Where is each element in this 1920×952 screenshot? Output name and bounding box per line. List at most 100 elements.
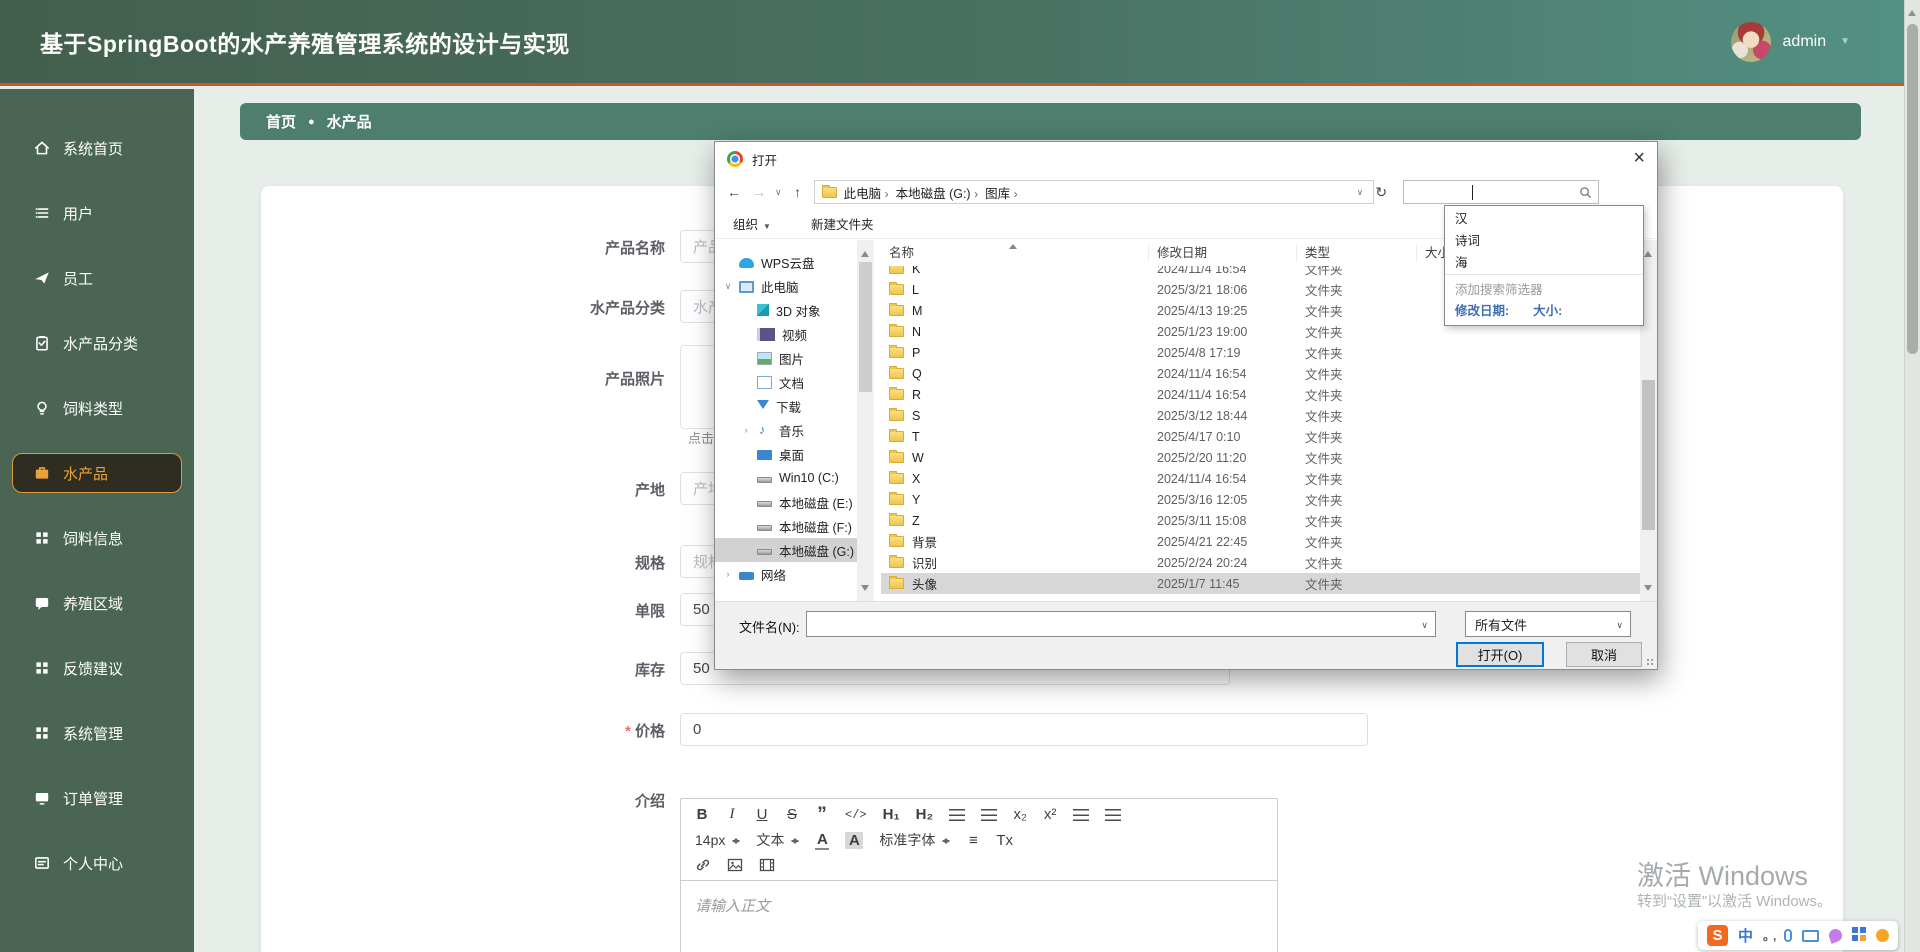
cancel-button[interactable]: 取消	[1566, 642, 1642, 667]
sidebar-item-users[interactable]: 用户	[12, 193, 182, 233]
address-segment[interactable]: 此电脑 ›	[844, 183, 889, 202]
video-icon[interactable]	[759, 857, 775, 873]
editor-italic-icon[interactable]: I	[725, 806, 739, 823]
chevron-down-icon[interactable]: ▼	[1840, 36, 1850, 47]
dialog-nav-item[interactable]: 本地磁盘 (F:)	[715, 514, 857, 538]
address-segment[interactable]: 图库 ›	[985, 183, 1018, 202]
sidebar-item-profile[interactable]: 个人中心	[12, 843, 182, 883]
scroll-up-icon[interactable]	[1908, 6, 1916, 16]
search-history-item[interactable]: 汉	[1445, 206, 1643, 228]
font-family-select[interactable]: 标准字体	[879, 830, 950, 850]
dialog-titlebar[interactable]: 打开	[715, 142, 1657, 176]
dialog-nav-item[interactable]: ∨ 此电脑	[715, 274, 857, 298]
file-row[interactable]: W 2025/2/20 11:20 文件夹	[881, 447, 1640, 468]
format-select[interactable]: 文本	[756, 830, 799, 850]
search-filter-link[interactable]: 修改日期:	[1455, 300, 1509, 319]
combo-caret-icon[interactable]: ∨	[1421, 620, 1428, 631]
punctuation-icon[interactable]: 。,	[1763, 927, 1774, 944]
history-caret-icon[interactable]: ∨	[775, 187, 782, 198]
breadcrumb-home[interactable]: 首页	[266, 111, 296, 132]
editor-h2-icon[interactable]: H₂	[916, 806, 934, 823]
avatar[interactable]	[1731, 22, 1771, 62]
editor-h1-icon[interactable]: H₁	[883, 806, 900, 823]
file-row[interactable]: 头像 2025/1/7 11:45 文件夹	[881, 573, 1640, 594]
dialog-nav-item[interactable]: 下载	[715, 394, 857, 418]
font-size-select[interactable]: 14px	[695, 832, 740, 848]
keyboard-icon[interactable]	[1802, 930, 1819, 942]
filename-input[interactable]: ∨	[806, 611, 1436, 637]
sidebar-item-area[interactable]: 养殖区域	[12, 583, 182, 623]
link-icon[interactable]	[695, 857, 711, 873]
dialog-nav-item[interactable]: 桌面	[715, 442, 857, 466]
expand-chevron-icon[interactable]: ∨	[721, 281, 735, 292]
dialog-nav-item[interactable]: 本地磁盘 (G:)	[715, 538, 857, 562]
organize-menu[interactable]: 组织▼	[733, 214, 771, 233]
file-row[interactable]: R 2024/11/4 16:54 文件夹	[881, 384, 1640, 405]
file-row[interactable]: 识别 2025/2/24 20:24 文件夹	[881, 552, 1640, 573]
user-menu[interactable]: admin ▼	[1731, 22, 1850, 62]
editor-ordered-list-icon[interactable]	[949, 809, 965, 821]
skin-icon[interactable]	[1828, 927, 1845, 944]
file-row[interactable]: Q 2024/11/4 16:54 文件夹	[881, 363, 1640, 384]
sogou-logo-icon[interactable]: S	[1707, 925, 1728, 946]
file-row[interactable]: Z 2025/3/11 15:08 文件夹	[881, 510, 1640, 531]
sidebar-item-staff[interactable]: 员工	[12, 258, 182, 298]
editor-outdent-icon[interactable]	[1073, 809, 1089, 821]
nav-pane-scrollbar[interactable]	[857, 240, 874, 602]
dialog-nav-item[interactable]: 视频	[715, 322, 857, 346]
editor-code-icon[interactable]: </>	[845, 808, 867, 822]
editor-underline-icon[interactable]: U	[755, 806, 769, 823]
refresh-icon[interactable]: ↻	[1370, 184, 1392, 201]
file-row[interactable]: S 2025/3/12 18:44 文件夹	[881, 405, 1640, 426]
image-icon[interactable]	[727, 857, 743, 873]
clear-format-button[interactable]: Tx	[996, 832, 1013, 849]
resize-grip[interactable]	[1646, 658, 1654, 666]
file-row[interactable]: 背景 2025/4/21 22:45 文件夹	[881, 531, 1640, 552]
dialog-nav-item[interactable]: 图片	[715, 346, 857, 370]
editor-bullet-list-icon[interactable]	[981, 809, 997, 821]
file-row[interactable]: P 2025/4/8 17:19 文件夹	[881, 342, 1640, 363]
open-button[interactable]: 打开(O)	[1456, 642, 1544, 667]
address-caret-icon[interactable]: ∨	[1357, 187, 1364, 198]
forward-icon[interactable]: →	[750, 184, 768, 200]
sidebar-item-feed-type[interactable]: 饲料类型	[12, 388, 182, 428]
expand-chevron-icon[interactable]: ›	[721, 569, 735, 579]
sidebar-item-orders[interactable]: 订单管理	[12, 778, 182, 818]
dialog-nav-item[interactable]: 3D 对象	[715, 298, 857, 322]
price-input[interactable]: 0	[680, 713, 1368, 746]
file-row[interactable]: T 2025/4/17 0:10 文件夹	[881, 426, 1640, 447]
search-history-item[interactable]: 诗词	[1445, 228, 1643, 250]
expand-chevron-icon[interactable]: ›	[739, 425, 753, 435]
sidebar-item-home[interactable]: 系统首页	[12, 128, 182, 168]
address-bar[interactable]: 此电脑 ›本地磁盘 (G:) ›图库 ›	[814, 180, 1374, 204]
emoji-icon[interactable]	[1876, 929, 1889, 942]
dialog-nav-item[interactable]: › 音乐	[715, 418, 857, 442]
search-filter-link[interactable]: 大小:	[1533, 300, 1562, 319]
page-scrollbar[interactable]	[1904, 0, 1920, 952]
sidebar-item-system[interactable]: 系统管理	[12, 713, 182, 753]
chinese-mode-icon[interactable]: 中	[1738, 925, 1753, 946]
page-scrollbar-thumb[interactable]	[1907, 24, 1918, 354]
back-icon[interactable]: ←	[725, 184, 743, 200]
column-type[interactable]: 类型	[1297, 244, 1417, 262]
editor-subscript-icon[interactable]: x₂	[1013, 806, 1027, 823]
align-button[interactable]: ≡	[966, 832, 980, 849]
sidebar-item-product[interactable]: 水产品	[12, 453, 182, 493]
sidebar-item-category[interactable]: 水产品分类	[12, 323, 182, 363]
editor-indent-icon[interactable]	[1105, 809, 1121, 821]
microphone-icon[interactable]	[1784, 929, 1792, 942]
close-icon[interactable]: ×	[1633, 145, 1645, 171]
dialog-nav-item[interactable]: 本地磁盘 (E:)	[715, 490, 857, 514]
highlight-color-button[interactable]: A	[845, 832, 863, 849]
file-row[interactable]: X 2024/11/4 16:54 文件夹	[881, 468, 1640, 489]
dialog-nav-item[interactable]: 文档	[715, 370, 857, 394]
new-folder-button[interactable]: 新建文件夹	[811, 214, 874, 233]
filetype-select[interactable]: 所有文件 ∨	[1465, 611, 1631, 637]
search-history-item[interactable]: 海	[1445, 250, 1643, 272]
file-row[interactable]: Y 2025/3/16 12:05 文件夹	[881, 489, 1640, 510]
sidebar-item-feedback[interactable]: 反馈建议	[12, 648, 182, 688]
column-date[interactable]: 修改日期	[1149, 244, 1297, 262]
sidebar-item-feed-info[interactable]: 饲料信息	[12, 518, 182, 558]
combo-caret-icon[interactable]: ∨	[1616, 620, 1623, 631]
editor-body[interactable]: 请输入正文	[681, 881, 1277, 930]
